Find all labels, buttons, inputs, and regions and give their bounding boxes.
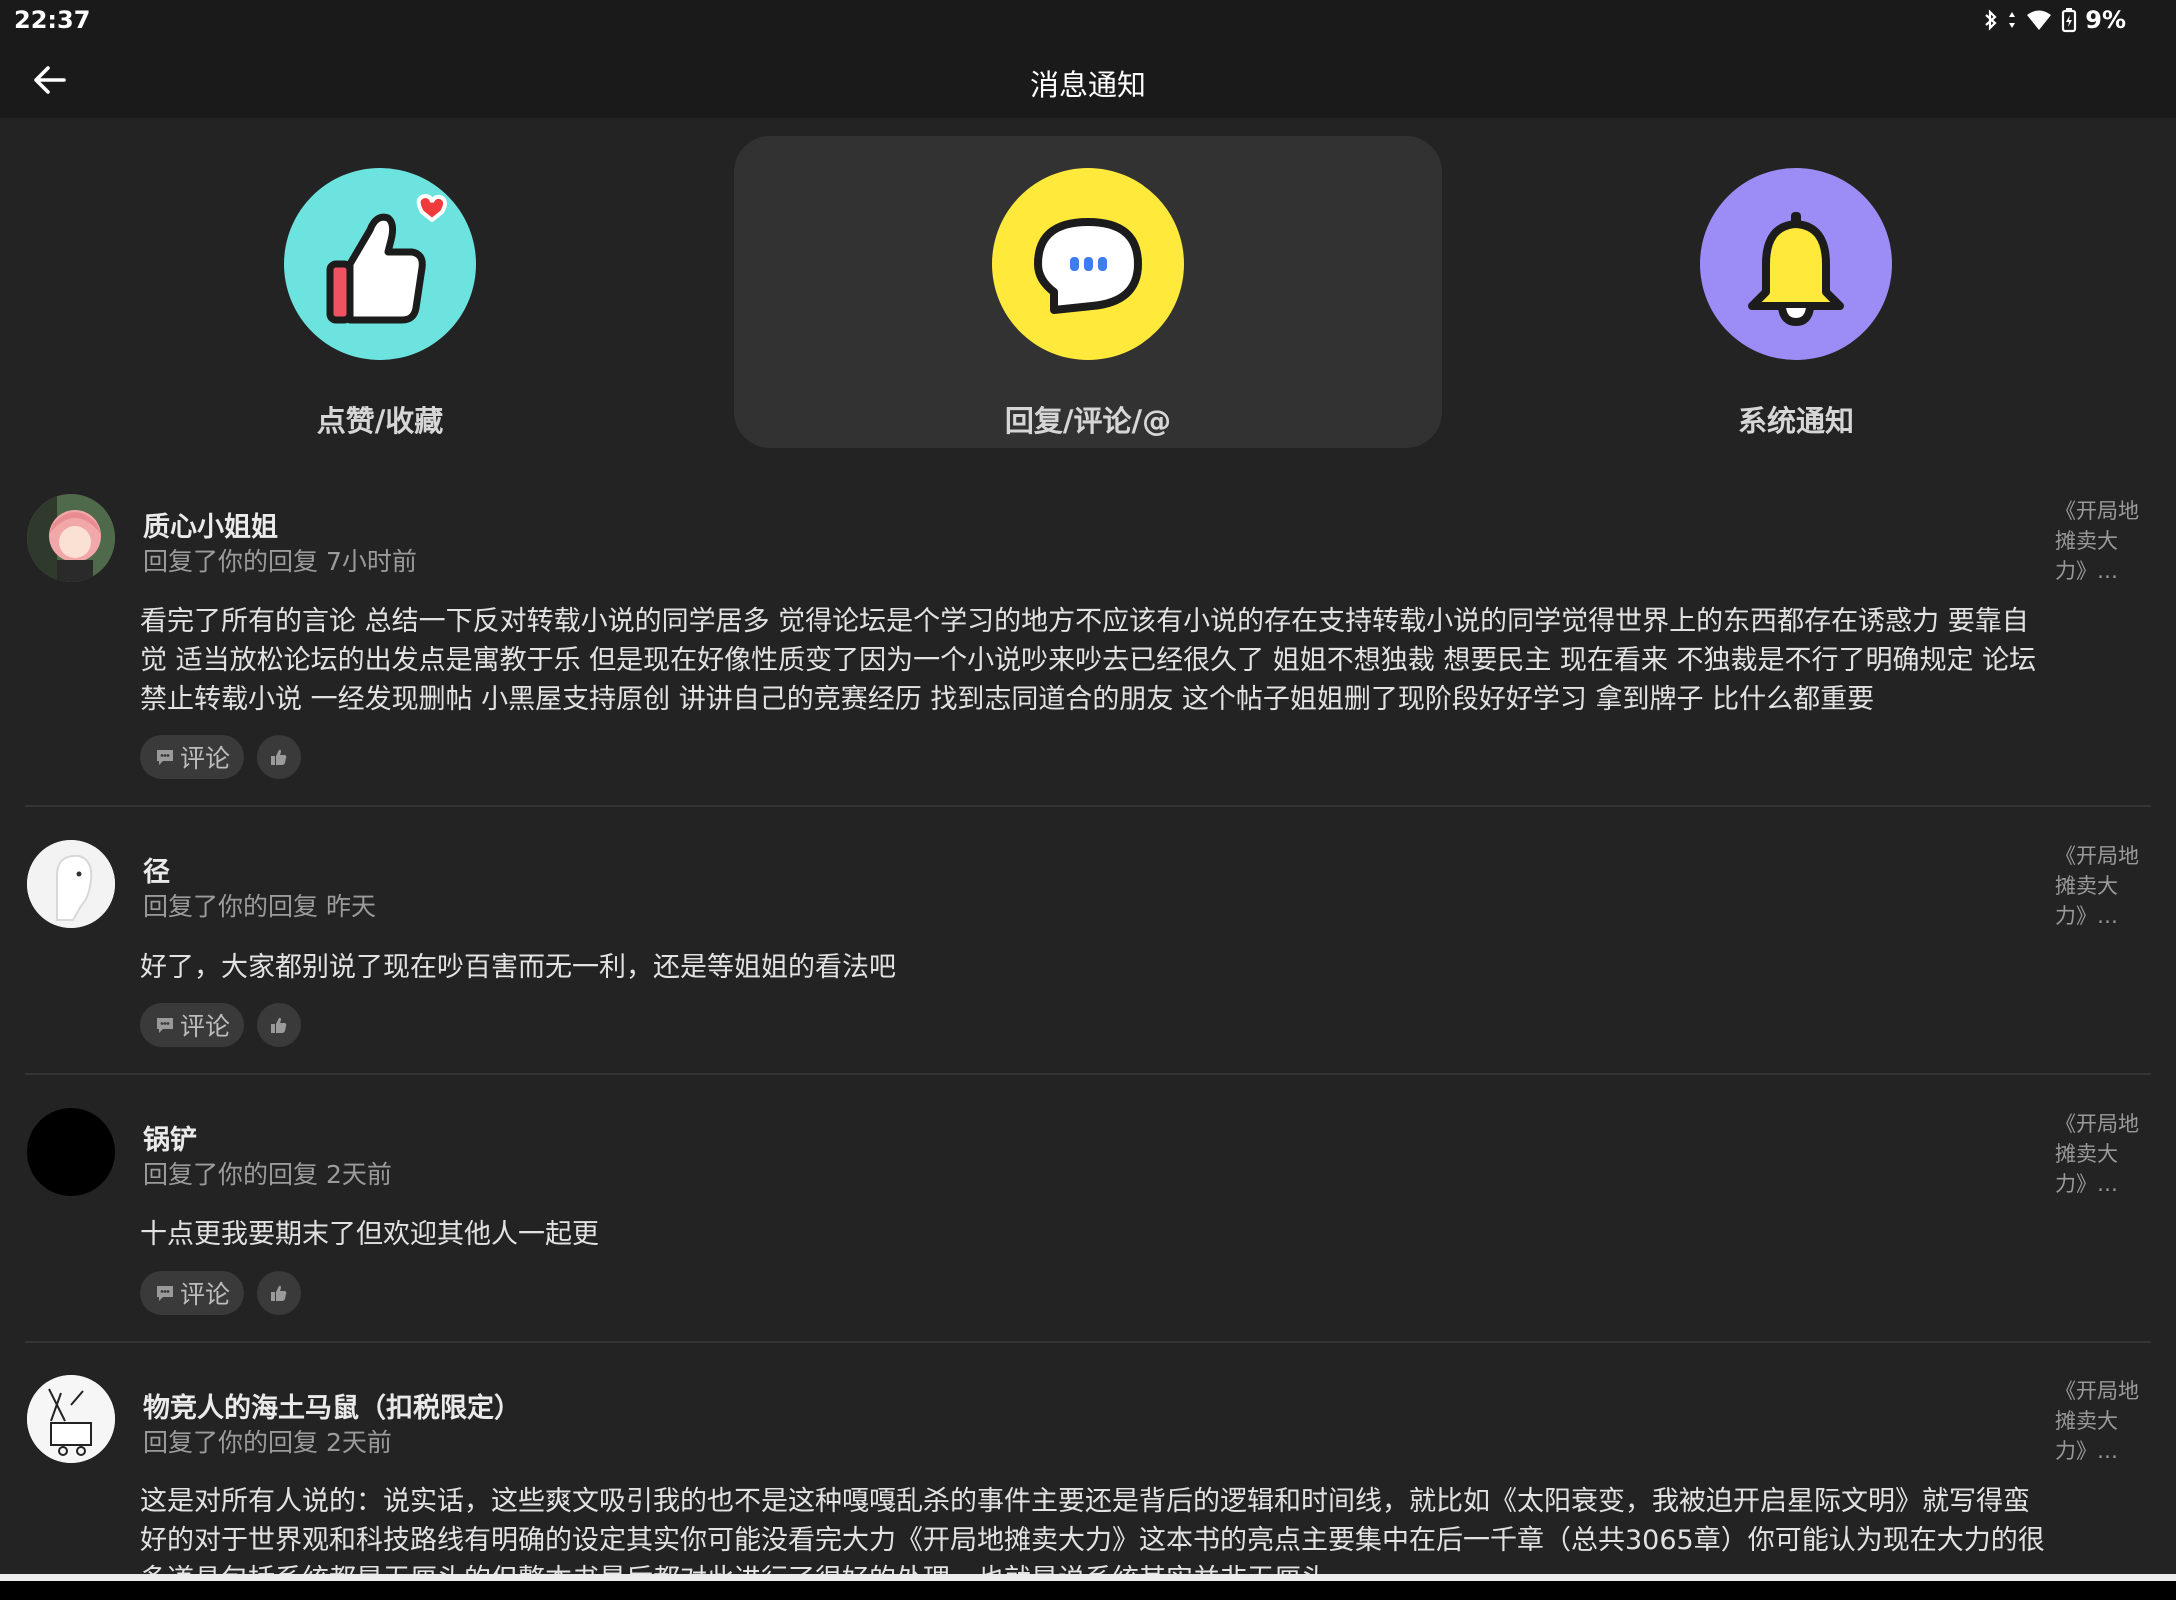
username[interactable]: 锅铲 [143, 1118, 197, 1157]
action-text: 回复了你的回复 [143, 892, 319, 921]
comment-label: 评论 [179, 1012, 230, 1041]
status-time: 22:37 [14, 6, 91, 34]
action-text: 回复了你的回复 [143, 1160, 319, 1189]
username[interactable]: 质心小姐姐 [143, 505, 278, 544]
avatar[interactable] [27, 494, 115, 582]
comment-icon [156, 1018, 173, 1033]
bluetooth-icon [1985, 9, 1997, 31]
comment-icon [156, 1286, 173, 1301]
category-tabs: 点赞/收藏 回复/评论/@ 系统通知 [0, 118, 2176, 458]
tab-likes-favorites[interactable]: 点赞/收藏 [26, 136, 734, 448]
status-icons: 9% [1983, 6, 2126, 34]
comment-label: 评论 [179, 1280, 230, 1309]
comment-button[interactable]: 评论 [140, 1271, 244, 1315]
battery-level: 9% [2085, 6, 2126, 34]
source-post-ref[interactable]: 《开局地摊卖大力》… [2055, 496, 2145, 586]
username[interactable]: 径 [143, 850, 170, 889]
avatar[interactable] [27, 840, 115, 928]
likes-badge [284, 168, 476, 360]
page-title: 消息通知 [1029, 68, 1146, 102]
tab-replies-comments[interactable]: 回复/评论/@ [734, 136, 1442, 448]
anime-girl-avatar-icon [27, 494, 115, 582]
avatar[interactable] [27, 1375, 115, 1463]
username[interactable]: 物竞人的海土马鼠（扣税限定） [143, 1386, 521, 1425]
tab-replies-label: 回复/评论/@ [1004, 404, 1172, 438]
comment-button[interactable]: 评论 [140, 735, 244, 779]
timestamp: 7小时前 [325, 547, 417, 576]
timestamp: 2天前 [325, 1428, 392, 1457]
divider [25, 1341, 2151, 1343]
tab-system-notices[interactable]: 系统通知 [1442, 136, 2150, 448]
sketch-avatar-icon [27, 1375, 115, 1463]
notification-meta: 回复了你的回复 7小时前 [143, 542, 417, 578]
comment-button[interactable]: 评论 [140, 1003, 244, 1047]
divider [25, 1073, 2151, 1075]
ghost-avatar-icon [27, 840, 115, 928]
like-button[interactable] [257, 735, 301, 779]
action-text: 回复了你的回复 [143, 547, 319, 576]
divider [25, 805, 2151, 807]
tab-system-label: 系统通知 [1737, 404, 1854, 438]
timestamp: 2天前 [325, 1160, 392, 1189]
battery-icon [2062, 8, 2077, 33]
data-arrows-icon [2009, 12, 2016, 28]
bell-icon [1748, 212, 1844, 327]
chat-bubble-icon [1034, 218, 1142, 314]
source-post-ref[interactable]: 《开局地摊卖大力》… [2055, 841, 2145, 931]
comment-label: 评论 [179, 744, 230, 773]
app-bar: 消息通知 [0, 42, 2176, 118]
reply-content: 看完了所有的言论 总结一下反对转载小说的同学居多 觉得论坛是个学习的地方不应该有… [140, 606, 2037, 715]
reply-content: 好了，大家都别说了现在吵百害而无一利，还是等姐姐的看法吧 [140, 952, 896, 983]
thumbs-up-icon [271, 1285, 287, 1301]
reply-content: 十点更我要期末了但欢迎其他人一起更 [140, 1219, 599, 1250]
comment-icon [156, 750, 173, 765]
replies-badge [992, 168, 1184, 360]
system-badge [1700, 168, 1892, 360]
source-post-ref[interactable]: 《开局地摊卖大力》… [2055, 1109, 2145, 1199]
action-text: 回复了你的回复 [143, 1428, 319, 1457]
notification-meta: 回复了你的回复 2天前 [143, 1155, 392, 1191]
status-bar: 22:37 9% [0, 0, 2176, 42]
wifi-icon [2027, 10, 2052, 30]
like-button[interactable] [257, 1003, 301, 1047]
notification-meta: 回复了你的回复 2天前 [143, 1423, 392, 1459]
notification-meta: 回复了你的回复 昨天 [143, 887, 376, 923]
thumbs-up-icon [326, 193, 447, 324]
tab-likes-label: 点赞/收藏 [316, 404, 444, 438]
avatar[interactable] [27, 1108, 115, 1196]
thumbs-up-icon [271, 1017, 287, 1033]
home-gesture-bar[interactable] [0, 1574, 2176, 1581]
thumbs-up-icon [271, 749, 287, 765]
source-post-ref[interactable]: 《开局地摊卖大力》… [2055, 1376, 2145, 1466]
timestamp: 昨天 [325, 892, 376, 921]
like-button[interactable] [257, 1271, 301, 1315]
reply-content: 这是对所有人说的：说实话，这些爽文吸引我的也不是这种嘎嘎乱杀的事件主要还是背后的… [140, 1486, 2045, 1574]
